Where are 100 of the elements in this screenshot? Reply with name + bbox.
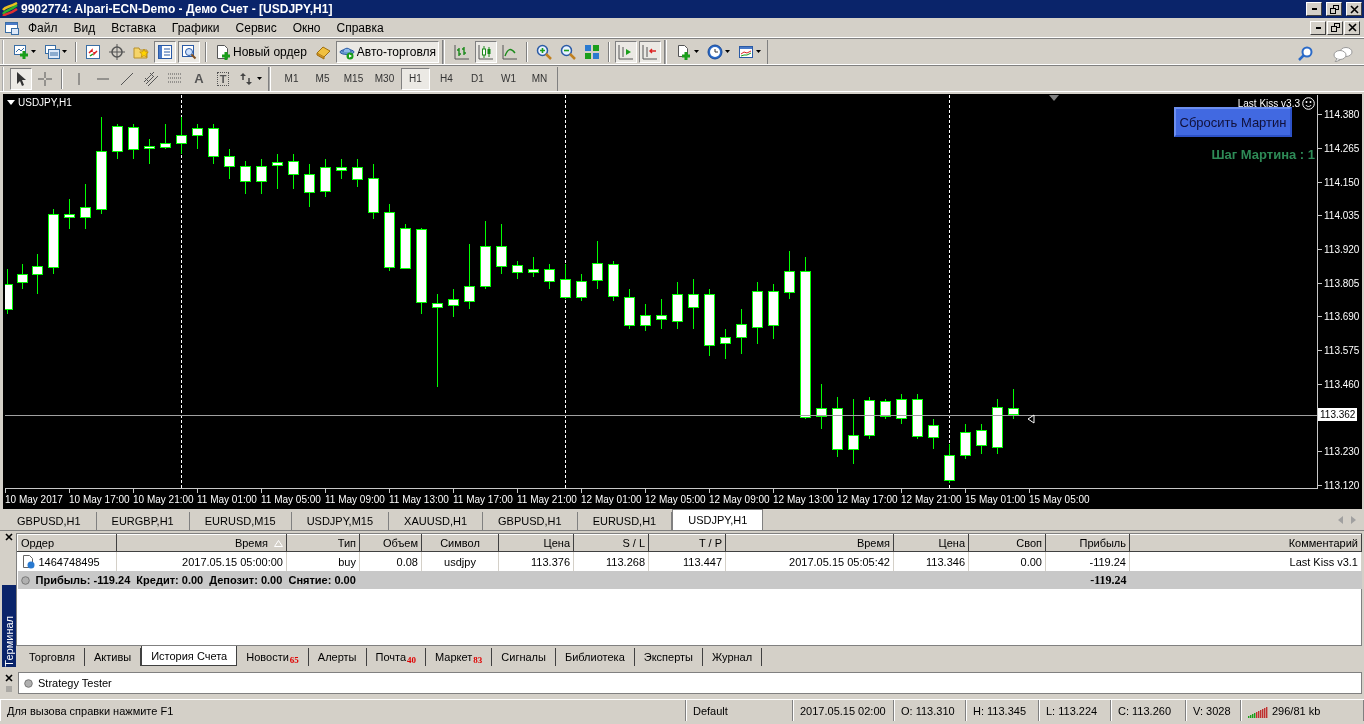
column-header[interactable]: Своп bbox=[968, 534, 1046, 552]
autoscroll-icon bbox=[642, 43, 659, 60]
timeframe-button[interactable]: M1 bbox=[277, 67, 306, 90]
zoom-in-icon bbox=[536, 43, 553, 60]
column-header[interactable]: Время bbox=[116, 534, 287, 552]
column-header[interactable]: Символ bbox=[421, 534, 499, 552]
crosshair-icon bbox=[109, 43, 125, 60]
column-header[interactable]: S / L bbox=[573, 534, 649, 552]
candle bbox=[576, 273, 587, 302]
document-close-button[interactable] bbox=[1344, 20, 1360, 35]
summary-profit: -119.24 bbox=[1045, 571, 1130, 589]
candle bbox=[912, 393, 923, 440]
candle bbox=[688, 278, 699, 330]
close-icon bbox=[5, 533, 13, 541]
menu-item[interactable]: Окно bbox=[284, 20, 329, 35]
scroll-right-icon bbox=[1351, 515, 1356, 524]
chart-tab[interactable]: USDJPY,H1 bbox=[672, 509, 764, 530]
candle bbox=[5, 268, 13, 315]
timeframe-button[interactable]: M30 bbox=[370, 67, 399, 90]
candlestick-button[interactable] bbox=[475, 40, 498, 63]
new-order-button[interactable]: Новый ордер bbox=[212, 40, 310, 63]
time-label: 12 May 17:00 bbox=[837, 489, 901, 508]
column-header[interactable]: T / P bbox=[648, 534, 726, 552]
column-header[interactable]: Объем bbox=[359, 534, 422, 552]
price-label: 113.575 bbox=[1318, 345, 1360, 357]
thin-crosshair-icon bbox=[37, 70, 53, 87]
text-tool-button[interactable]: T bbox=[212, 67, 234, 90]
chart-tab[interactable]: USDJPY,M15 bbox=[291, 512, 390, 530]
bar-time: 2017.05.15 02:00 bbox=[800, 704, 886, 717]
open-price: O: 113.310 bbox=[901, 704, 955, 717]
minimize-button[interactable] bbox=[1306, 2, 1322, 16]
column-header[interactable]: Прибыль bbox=[1045, 534, 1130, 552]
grid-icon bbox=[584, 43, 601, 60]
price-label: 114.150 bbox=[1318, 176, 1360, 188]
terminal-tab[interactable]: Алерты bbox=[308, 648, 367, 666]
column-header[interactable]: Тип bbox=[286, 534, 360, 552]
timeframe-button[interactable]: M5 bbox=[308, 67, 337, 90]
candle bbox=[640, 303, 651, 332]
line-chart-icon bbox=[502, 43, 519, 60]
list-window-button[interactable] bbox=[154, 40, 176, 63]
timeframe-button[interactable]: H1 bbox=[401, 67, 430, 90]
document-restore-button[interactable] bbox=[1327, 20, 1343, 35]
clock-icon bbox=[707, 43, 724, 60]
timeframe-button[interactable]: W1 bbox=[494, 67, 523, 90]
timeframe-button[interactable]: H4 bbox=[432, 67, 461, 90]
chart-shift-button[interactable] bbox=[615, 40, 638, 63]
candle bbox=[896, 393, 907, 425]
chart-tab[interactable]: GBPUSD,H1 bbox=[2, 512, 97, 530]
terminal-tab[interactable]: Эксперты bbox=[634, 648, 703, 666]
magnifier-window-button[interactable] bbox=[178, 40, 200, 63]
column-header[interactable]: Ордер bbox=[17, 534, 117, 552]
column-header[interactable]: Комментарий bbox=[1129, 534, 1362, 552]
unread-count-label: 83 bbox=[473, 655, 483, 665]
terminal-tab[interactable]: Сигналы bbox=[492, 648, 556, 666]
menu-item[interactable]: Вставка bbox=[103, 20, 164, 35]
menu-item[interactable]: Файл bbox=[20, 20, 66, 35]
terminal-tab[interactable]: Торговля bbox=[20, 648, 85, 666]
reset-martin-button[interactable]: Сбросить Мартин bbox=[1174, 107, 1292, 137]
vertical-line-icon bbox=[78, 71, 80, 86]
cursor-button[interactable] bbox=[10, 67, 32, 90]
window-stack-icon bbox=[44, 43, 60, 60]
column-header[interactable]: Время bbox=[725, 534, 894, 552]
terminal-tab[interactable]: Журнал bbox=[703, 648, 763, 666]
close-button[interactable] bbox=[1346, 2, 1362, 16]
document-minimize-button[interactable] bbox=[1310, 20, 1326, 35]
timeframe-button[interactable]: M15 bbox=[339, 67, 368, 90]
candle bbox=[544, 263, 555, 290]
timeframe-button[interactable]: MN bbox=[525, 67, 554, 90]
chart-tab[interactable]: XAUUSD,H1 bbox=[389, 512, 484, 530]
restore-icon bbox=[1330, 23, 1340, 32]
menu-item[interactable]: Графики bbox=[163, 20, 228, 35]
text-tool-button[interactable]: A bbox=[188, 67, 210, 90]
menu-item[interactable]: Сервис bbox=[227, 20, 285, 35]
column-header[interactable]: Цена bbox=[893, 534, 969, 552]
auto-trading-button[interactable]: Авто-торговля bbox=[335, 40, 440, 63]
timeframe-button[interactable]: D1 bbox=[463, 67, 492, 90]
chart-tab[interactable]: EURUSD,M15 bbox=[189, 512, 292, 530]
list-window-icon bbox=[157, 43, 173, 60]
candle bbox=[672, 281, 683, 330]
column-header[interactable]: Цена bbox=[498, 534, 574, 552]
restore-button[interactable] bbox=[1326, 2, 1342, 16]
terminal-tab[interactable]: История Счета bbox=[141, 646, 238, 666]
unread-count-label: 40 bbox=[407, 655, 417, 665]
document-plus-icon bbox=[215, 43, 231, 60]
menu-item[interactable]: Справка bbox=[328, 20, 392, 35]
chart-tab[interactable]: EURGBP,H1 bbox=[96, 512, 190, 530]
strategy-tester-panel[interactable]: Strategy Tester bbox=[18, 672, 1362, 694]
terminal-tab[interactable]: Библиотека bbox=[555, 648, 635, 666]
autoscroll-button[interactable] bbox=[639, 40, 662, 63]
close-icon bbox=[1349, 4, 1359, 14]
trend-line-icon bbox=[119, 70, 135, 87]
menu-item[interactable]: Вид bbox=[65, 20, 104, 35]
arrow-marker-icon bbox=[1027, 414, 1035, 424]
time-label: 11 May 13:00 bbox=[389, 489, 453, 508]
candle bbox=[880, 398, 891, 420]
candle bbox=[768, 283, 779, 340]
candle bbox=[336, 158, 347, 180]
candle bbox=[848, 398, 859, 465]
restore-icon bbox=[1329, 4, 1339, 14]
chart-tab[interactable]: GBPUSD,H1 bbox=[483, 512, 578, 530]
